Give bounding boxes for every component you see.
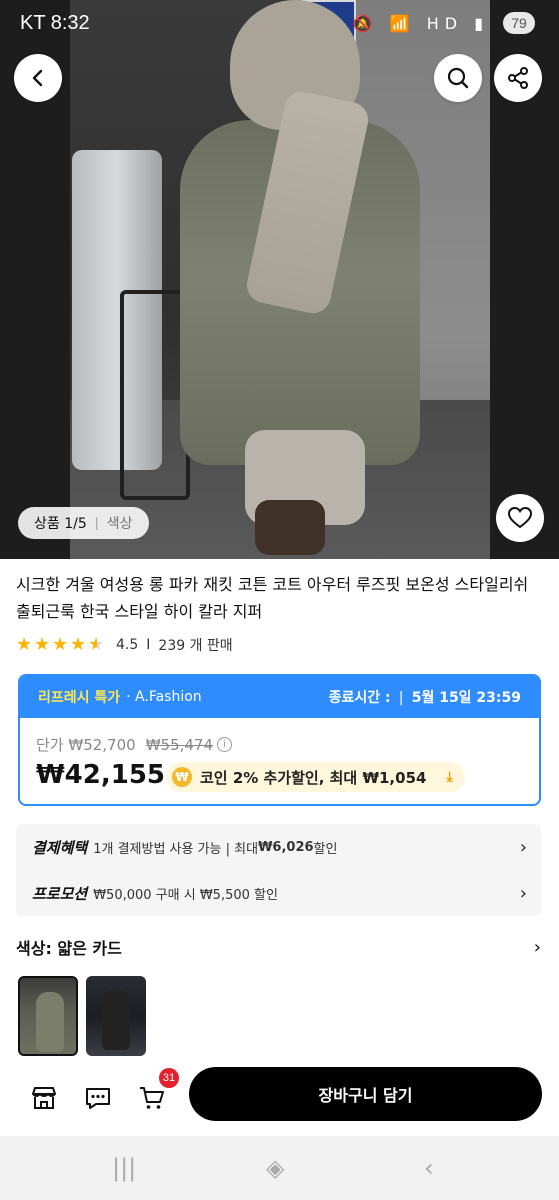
system-navigation-bar: ||| ◈ ‹ [0, 1136, 559, 1200]
coin-icon: ₩ [172, 767, 192, 787]
product-page: KT 8:32 🔕 📶 HD ▮ 79 상품 1/5 | 색상 시크한 겨울 여… [0, 0, 559, 1200]
chat-button[interactable] [80, 1080, 116, 1116]
star-icon: ★ [34, 634, 51, 655]
price-box: 리프레시 특가 · A.Fashion 종료시간 : | 5월 15일 23:59 … [18, 674, 541, 806]
cart-icon [140, 1087, 164, 1109]
share-button[interactable] [494, 54, 542, 102]
sale-price: ₩42,155 [36, 760, 166, 790]
color-label: 색상: 얇은 카드 [16, 939, 122, 958]
deal-header: 리프레시 특가 · A.Fashion 종료시간 : | 5월 15일 23:59 [20, 676, 539, 718]
original-price: ₩55,474 [145, 735, 214, 754]
unit-price: 단가 ₩52,700 [36, 736, 136, 754]
star-icon: ★ [16, 634, 33, 655]
coin-discount-text: 코인 2% 추가할인, 최대 ₩1,054 [200, 768, 427, 787]
search-icon [447, 67, 469, 89]
badge-divider: | [94, 516, 99, 530]
thumb-figure [36, 992, 64, 1052]
image-boot [255, 500, 325, 555]
deal-name: 리프레시 특가 [38, 690, 121, 706]
heart-icon [507, 506, 533, 529]
unit-price-row: 단가 ₩52,700 ₩55,474 i [36, 734, 233, 755]
wishlist-button[interactable] [496, 494, 544, 542]
chevron-right-icon: › [519, 836, 527, 858]
deal-end-divider: | [398, 690, 404, 706]
deal-end-time: 5월 15일 23:59 [411, 690, 521, 706]
star-half-icon: ★ [88, 634, 105, 655]
carrier-time: KT 8:32 [20, 12, 90, 34]
promotion-text: ₩50,000 구매 시 ₩5,500 할인 [93, 887, 278, 903]
chevron-right-icon: › [533, 936, 541, 958]
deal-end-label: 종료시간 : [328, 690, 391, 706]
sold-count: 239 개 판매 [158, 638, 233, 654]
image-option-label: 색상 [106, 516, 133, 532]
download-icon: ⤓ [446, 769, 453, 785]
color-selector-row[interactable]: 색상: 얇은 카드 › [16, 934, 541, 960]
payment-benefit-text: 1개 결제방법 사용 가능 | 최대 [93, 841, 259, 857]
star-icon: ★ [70, 634, 87, 655]
shop-name: · A.Fashion [126, 689, 202, 705]
back-nav-icon[interactable]: ‹ [424, 1154, 434, 1182]
chat-icon [86, 1088, 110, 1109]
chevron-right-icon: › [519, 882, 527, 904]
recent-apps-icon[interactable]: ||| [112, 1154, 136, 1182]
add-to-cart-button[interactable]: 장바구니 담기 [189, 1067, 542, 1121]
payment-benefit-amount: ₩6,026 [258, 839, 314, 855]
payment-benefit-label: 결제혜택 [32, 838, 88, 857]
rating-value: 4.5 [116, 637, 139, 653]
info-icon[interactable]: i [217, 737, 233, 752]
deal-end: 종료시간 : | 5월 15일 23:59 [329, 687, 521, 707]
rating-row[interactable]: ★ ★ ★ ★ ★ 4.5 I 239 개 판매 [16, 634, 233, 656]
benefits-panel: 결제혜택 1개 결제방법 사용 가능 | 최대 ₩6,026 할인 › 프로모션… [16, 824, 541, 916]
image-index: 상품 1/5 [34, 516, 87, 532]
thumb-figure [102, 990, 130, 1050]
payment-benefit-suffix: 할인 [313, 841, 338, 857]
status-icons: 🔕 📶 HD ▮ [352, 14, 489, 33]
store-icon [32, 1087, 56, 1109]
share-icon [508, 67, 528, 89]
status-bar: KT 8:32 🔕 📶 HD ▮ 79 [0, 0, 559, 48]
rating-stars: ★ ★ ★ ★ ★ [16, 636, 106, 654]
cart-count-badge: 31 [159, 1068, 179, 1088]
promotion-row[interactable]: 프로모션 ₩50,000 구매 시 ₩5,500 할인 › [32, 870, 527, 916]
payment-benefit-row[interactable]: 결제혜택 1개 결제방법 사용 가능 | 최대 ₩6,026 할인 › [32, 824, 527, 870]
home-icon[interactable]: ◈ [266, 1154, 284, 1182]
search-button[interactable] [434, 54, 482, 102]
color-option-thumb-selected[interactable] [18, 976, 78, 1056]
promotion-label: 프로모션 [32, 884, 88, 903]
back-button[interactable] [14, 54, 62, 102]
color-option-thumb[interactable] [86, 976, 146, 1056]
battery-indicator: 79 [503, 12, 535, 34]
rating-divider: I [146, 637, 151, 653]
chevron-left-icon [32, 69, 43, 87]
product-title: 시크한 겨울 여성용 롱 파카 재킷 코튼 코트 아우터 루즈핏 보온성 스타일… [16, 575, 529, 621]
store-button[interactable] [26, 1080, 62, 1116]
star-icon: ★ [52, 634, 69, 655]
coin-discount-pill[interactable]: ₩ 코인 2% 추가할인, 최대 ₩1,054 ⤓ [166, 762, 465, 792]
image-index-badge[interactable]: 상품 1/5 | 색상 [18, 507, 149, 539]
